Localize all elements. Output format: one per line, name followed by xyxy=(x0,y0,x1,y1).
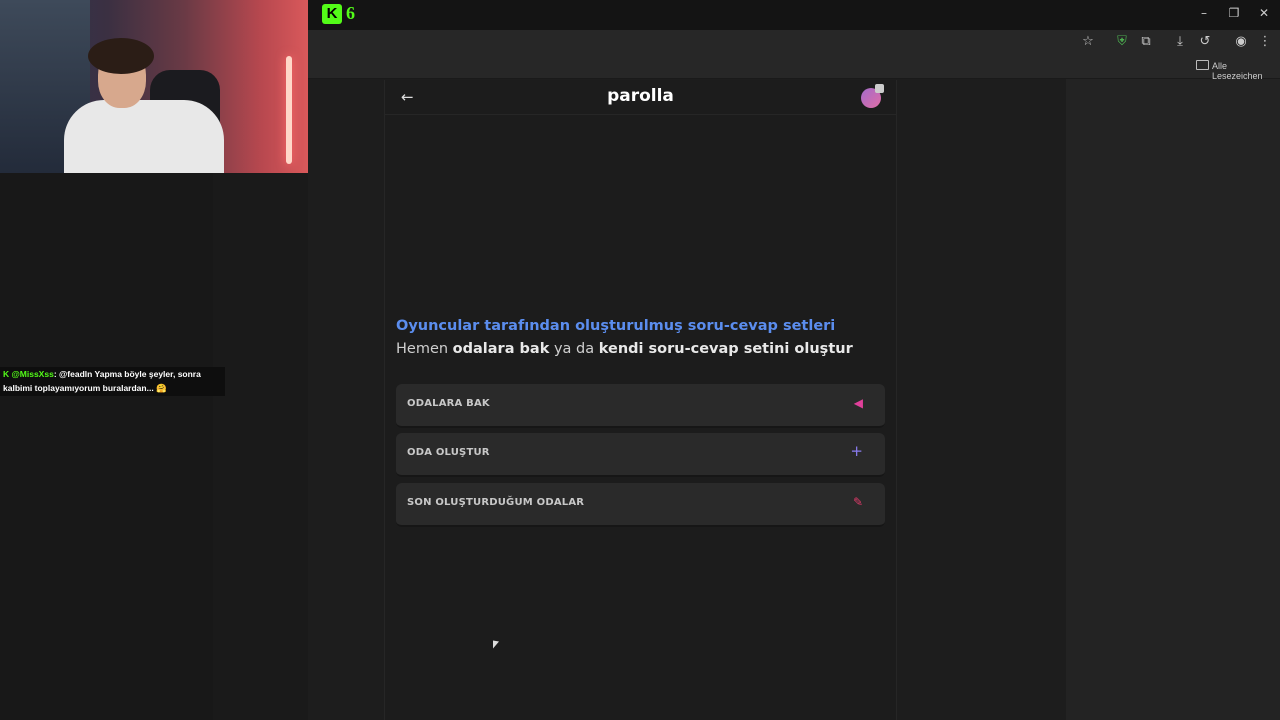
parolla-app: ← parolla Oyuncular tarafından oluşturul… xyxy=(384,80,897,720)
restore-button[interactable]: ❐ xyxy=(1226,6,1242,20)
subline-text-1: Hemen xyxy=(396,341,453,357)
page-headline: Oyuncular tarafından oluşturulmuş soru-c… xyxy=(396,318,836,334)
rooms-browse-button[interactable]: ODALARA BAK ◀ xyxy=(396,384,885,428)
chat-username: @MissXss xyxy=(11,369,54,379)
my-rooms-button[interactable]: SON OLUŞTURDUĞUM ODALAR ✎ xyxy=(396,483,885,527)
webcam-overlay xyxy=(0,0,308,173)
my-rooms-label: SON OLUŞTURDUĞUM ODALAR xyxy=(407,497,585,508)
minimize-button[interactable]: – xyxy=(1196,6,1212,20)
mouse-cursor-icon xyxy=(493,640,499,650)
chat-text-2: kalbimi toplayamıyorum buralardan... 🤗 xyxy=(3,383,167,393)
extension-shield-icon[interactable]: ⛨ xyxy=(1114,34,1130,50)
bookmarks-folder-link[interactable]: Alle Lesezeichen xyxy=(1212,61,1280,81)
menu-kebab-icon[interactable]: ⋮ xyxy=(1257,34,1273,50)
app-logo[interactable]: parolla xyxy=(385,86,896,106)
kick-logo-icon: K xyxy=(322,4,342,24)
room-create-label: ODA OLUŞTUR xyxy=(407,447,490,458)
stream-side-panel xyxy=(0,173,213,720)
tab-count: 6 xyxy=(346,3,355,23)
kick-badge-icon: K xyxy=(3,369,12,379)
profile-icon[interactable]: ◉ xyxy=(1233,34,1249,50)
right-panel xyxy=(1066,79,1280,720)
megaphone-icon: ◀ xyxy=(853,396,863,410)
room-create-button[interactable]: ODA OLUŞTUR + xyxy=(396,433,885,477)
close-window-button[interactable]: ✕ xyxy=(1256,6,1272,20)
webcam-light-bar xyxy=(286,56,292,164)
history-icon[interactable]: ↺ xyxy=(1197,34,1213,50)
rooms-browse-label: ODALARA BAK xyxy=(407,398,490,409)
chat-line-1: K @MissXss: @feadln Yapma böyle şeyler, … xyxy=(3,367,225,381)
webcam-person-body xyxy=(64,100,224,173)
avatar-badge-icon xyxy=(875,84,884,93)
download-icon[interactable]: ⤓ xyxy=(1172,34,1188,50)
page-subline: Hemen odalara bak ya da kendi soru-cevap… xyxy=(396,341,853,357)
star-icon[interactable]: ☆ xyxy=(1080,34,1096,50)
chat-message: K @MissXss: @feadln Yapma böyle şeyler, … xyxy=(0,367,225,396)
chat-text-1: : @feadln Yapma böyle şeyler, sonra xyxy=(53,369,201,379)
plus-icon: + xyxy=(850,442,863,460)
subline-text-2: ya da xyxy=(549,341,599,357)
puzzle-icon[interactable]: ⧉ xyxy=(1138,34,1154,50)
app-header: ← parolla xyxy=(385,80,896,115)
pin-icon: ✎ xyxy=(852,495,863,509)
subline-bold-2: kendi soru-cevap setini oluştur xyxy=(598,341,853,357)
subline-bold-1: odalara bak xyxy=(452,341,550,357)
webcam-person-hair xyxy=(88,38,154,74)
folder-icon xyxy=(1196,60,1209,70)
